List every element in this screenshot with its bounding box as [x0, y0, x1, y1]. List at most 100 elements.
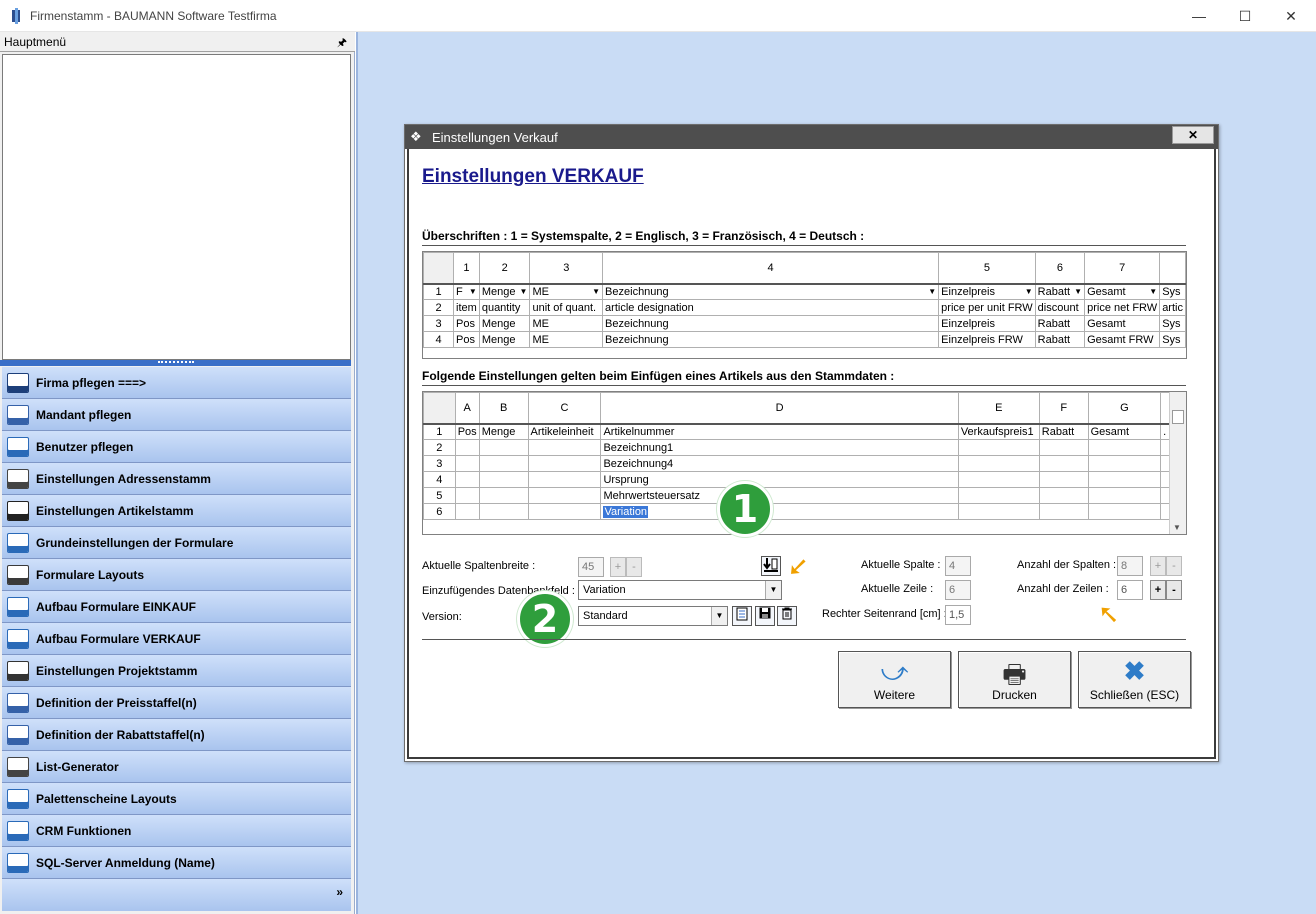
grid-cell[interactable]: artic [1159, 299, 1186, 316]
column-header[interactable]: C [527, 392, 602, 425]
grid-cell[interactable] [957, 471, 1040, 488]
grid-cell[interactable] [454, 471, 480, 488]
grid-cell[interactable]: item [453, 299, 480, 316]
grid-cell[interactable] [454, 439, 480, 456]
grid-cell[interactable]: Artikeleinheit [527, 423, 602, 440]
dialog-close-button[interactable]: ✕ [1172, 126, 1214, 144]
grid-cell[interactable]: Menge [478, 283, 531, 300]
grid-cell[interactable]: Menge [478, 315, 531, 332]
grid-cell[interactable]: Bezeichnung1 [600, 439, 959, 456]
db-field-select[interactable]: Variation ▼ [578, 580, 782, 600]
grid-cell[interactable] [1038, 503, 1089, 520]
column-header[interactable] [423, 252, 455, 285]
row-header[interactable]: 3 [423, 455, 456, 472]
grid-cell[interactable] [1087, 439, 1162, 456]
grid-cell[interactable] [478, 503, 529, 520]
grid-cell[interactable] [527, 439, 602, 456]
grid-cell[interactable]: discount [1034, 299, 1086, 316]
menu-item[interactable]: Einstellungen Adressenstamm [2, 463, 351, 495]
menu-item[interactable]: CRM Funktionen [2, 815, 351, 847]
current-column-field[interactable]: 4 [945, 556, 971, 576]
grid-cell[interactable] [478, 439, 529, 456]
menu-item[interactable]: Benutzer pflegen [2, 431, 351, 463]
version-new-button[interactable] [732, 606, 752, 626]
column-header[interactable]: B [478, 392, 529, 425]
grid-cell[interactable] [454, 487, 480, 504]
grid-cell[interactable]: Sys [1159, 331, 1186, 348]
menu-item[interactable]: SQL-Server Anmeldung (Name) [2, 847, 351, 879]
grid-cell[interactable] [478, 471, 529, 488]
pin-icon[interactable]: 🖈 [337, 34, 347, 53]
grid-cell[interactable]: Gesamt [1084, 315, 1161, 332]
column-width-plus-button[interactable]: + [610, 557, 626, 577]
grid-cell[interactable]: Menge [478, 423, 529, 440]
row-header[interactable]: 4 [423, 471, 456, 488]
version-save-button[interactable] [755, 606, 775, 626]
column-width-minus-button[interactable]: - [626, 557, 642, 577]
grid-cell[interactable]: F [453, 283, 480, 300]
grid-cell[interactable] [1087, 455, 1162, 472]
insert-field-button[interactable] [761, 556, 781, 576]
menu-item[interactable]: Einstellungen Artikelstamm [2, 495, 351, 527]
menu-item[interactable]: Firma pflegen ===> [2, 367, 351, 399]
grid-cell[interactable]: Bezeichnung [602, 331, 940, 348]
grid-cell[interactable]: Ursprung [600, 471, 959, 488]
grid-cell[interactable] [527, 503, 602, 520]
grid-cell[interactable]: quantity [478, 299, 531, 316]
grid-cell[interactable]: Rabatt [1034, 331, 1086, 348]
grid-cell[interactable]: Menge [478, 331, 531, 348]
grid-cell[interactable]: ME [529, 283, 604, 300]
grid-cell[interactable]: ME [529, 331, 604, 348]
row-header[interactable]: 1 [423, 423, 456, 440]
insert-grid[interactable]: A B C D E F G 1 Pos Menge Artikeleinheit Artikelnum… [422, 391, 1187, 535]
menu-item[interactable]: List-Generator [2, 751, 351, 783]
grid-cell[interactable]: Artikelnummer [600, 423, 959, 440]
grid-cell[interactable]: Bezeichnung4 [600, 455, 959, 472]
grid-cell[interactable]: Rabatt [1034, 283, 1086, 300]
column-header[interactable]: 2 [478, 252, 531, 285]
grid-cell[interactable]: Gesamt [1087, 423, 1162, 440]
grid-cell[interactable]: Einzelpreis [938, 283, 1036, 300]
grid-cell[interactable]: Pos [454, 423, 480, 440]
grid-cell[interactable]: Sys [1159, 283, 1186, 300]
menu-item[interactable]: Einstellungen Projektstamm [2, 655, 351, 687]
grid-cell[interactable] [527, 487, 602, 504]
minimize-button[interactable]: — [1176, 0, 1222, 32]
scrollbar-thumb[interactable] [1172, 410, 1184, 424]
column-header[interactable]: E [957, 392, 1040, 425]
row-header[interactable]: 4 [423, 331, 455, 348]
column-count-plus-button[interactable]: + [1150, 556, 1166, 576]
row-header[interactable]: 3 [423, 315, 455, 332]
grid-cell[interactable] [454, 503, 480, 520]
grid-cell[interactable] [1038, 487, 1089, 504]
grid-cell[interactable] [957, 487, 1040, 504]
menu-item[interactable]: Formulare Layouts [2, 559, 351, 591]
column-count-field[interactable]: 8 [1117, 556, 1143, 576]
more-button[interactable]: ⤻ Weitere [838, 651, 951, 708]
row-header[interactable]: 6 [423, 503, 456, 520]
row-count-field[interactable]: 6 [1117, 580, 1143, 600]
grid-cell[interactable]: Einzelpreis FRW [938, 331, 1036, 348]
grid-cell[interactable] [1038, 439, 1089, 456]
grid-cell[interactable] [478, 455, 529, 472]
menu-item[interactable]: Aufbau Formulare EINKAUF [2, 591, 351, 623]
grid-cell[interactable]: article designation [602, 299, 940, 316]
grid-cell[interactable] [957, 503, 1040, 520]
column-header[interactable] [423, 392, 456, 425]
row-header[interactable]: 2 [423, 439, 456, 456]
version-delete-button[interactable] [777, 606, 797, 626]
grid-cell[interactable]: Einzelpreis [938, 315, 1036, 332]
column-count-minus-button[interactable]: - [1166, 556, 1182, 576]
row-header[interactable]: 2 [423, 299, 455, 316]
column-header[interactable]: 4 [602, 252, 940, 285]
maximize-button[interactable]: ☐ [1222, 0, 1268, 32]
close-window-button[interactable]: ✕ [1268, 0, 1314, 32]
column-width-field[interactable]: 45 [578, 557, 604, 577]
grid-cell[interactable]: Pos [453, 331, 480, 348]
print-button[interactable]: 🖶 Drucken [958, 651, 1071, 708]
menu-item[interactable]: Mandant pflegen [2, 399, 351, 431]
close-button[interactable]: ✖ Schließen (ESC) [1078, 651, 1191, 708]
grid-cell[interactable] [957, 455, 1040, 472]
grid-cell[interactable] [1087, 503, 1162, 520]
grid-cell[interactable] [1038, 455, 1089, 472]
